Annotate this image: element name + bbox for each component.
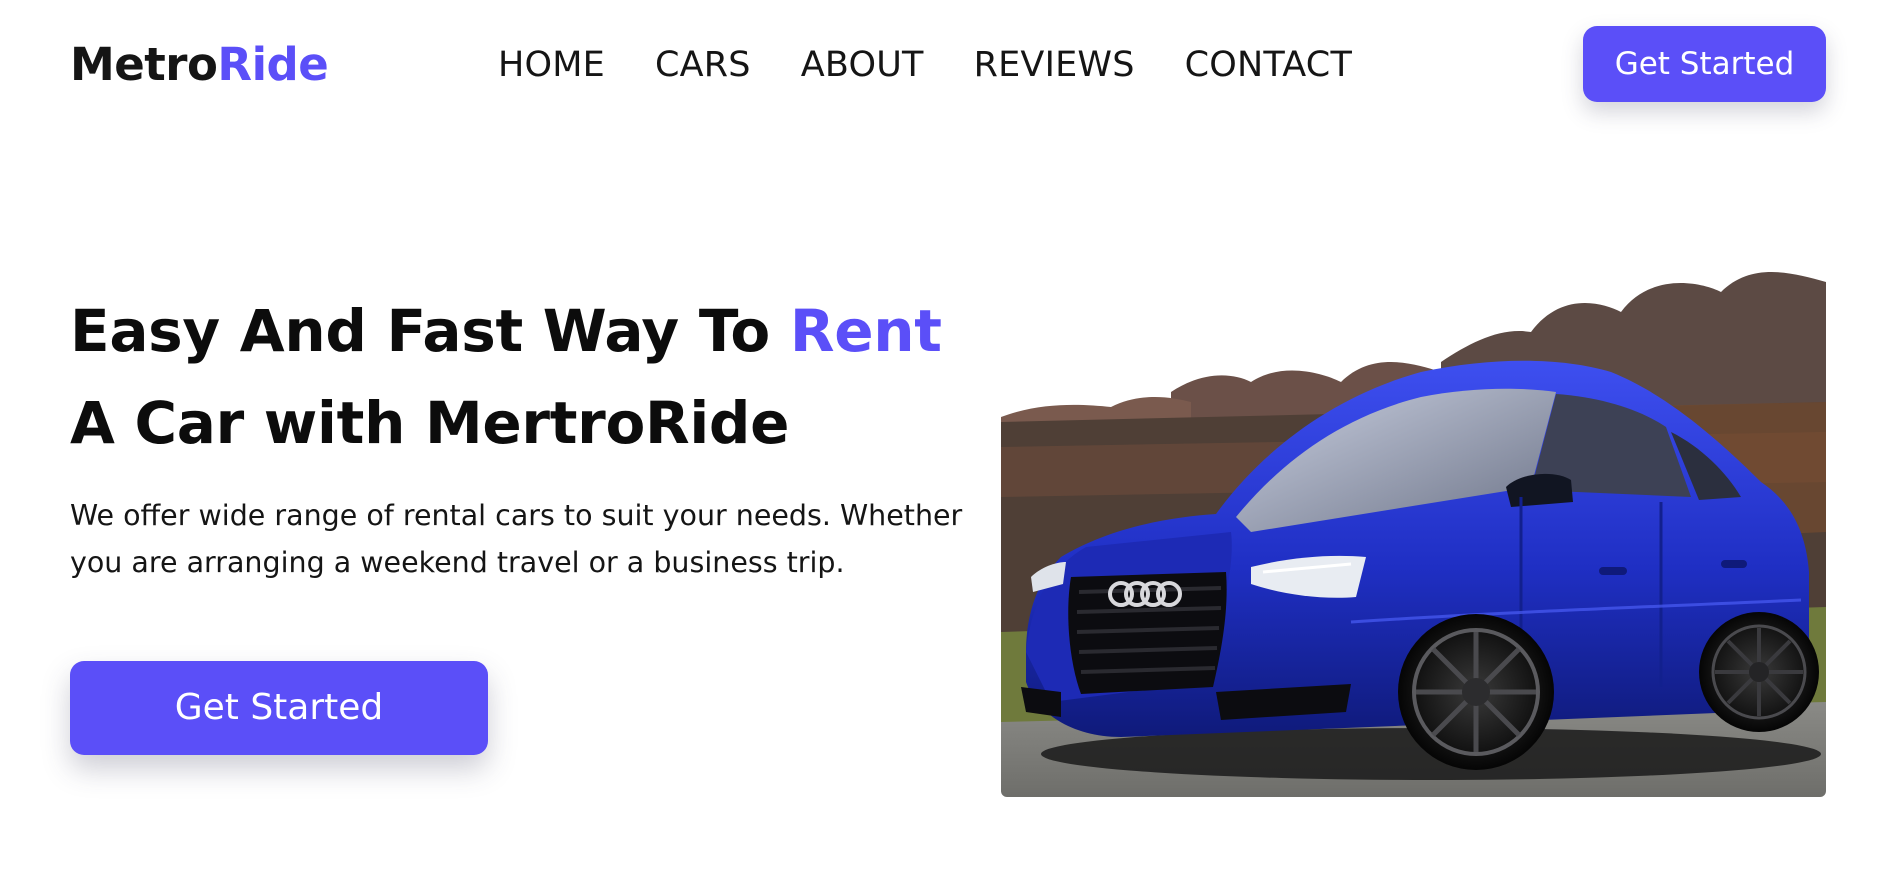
nav-item-cars[interactable]: CARS <box>655 43 751 87</box>
nav-item-contact[interactable]: CONTACT <box>1185 43 1352 87</box>
main-nav: HOME CARS ABOUT REVIEWS CONTACT <box>498 43 1352 87</box>
hero-title-start: Easy And Fast Way To <box>70 297 790 365</box>
header-get-started-button[interactable]: Get Started <box>1583 26 1826 102</box>
hero-car-image <box>1001 232 1826 797</box>
hero-get-started-button[interactable]: Get Started <box>70 661 488 755</box>
hero-title-accent: Rent <box>789 297 942 365</box>
hero-description: We offer wide range of rental cars to su… <box>70 499 963 579</box>
brand-logo[interactable]: MetroRide <box>70 38 329 92</box>
nav-item-home[interactable]: HOME <box>498 43 605 87</box>
hero-title: Easy And Fast Way To Rent A Car with Mer… <box>70 285 990 469</box>
nav-item-about[interactable]: ABOUT <box>801 43 924 87</box>
landing-page: MetroRide HOME CARS ABOUT REVIEWS CONTAC… <box>0 0 1889 892</box>
car-photo-illustration <box>1001 232 1826 797</box>
hero-title-end: A Car with MertroRide <box>70 389 790 457</box>
nav-item-reviews[interactable]: REVIEWS <box>974 43 1135 87</box>
brand-logo-ride: Ride <box>217 38 329 91</box>
brand-logo-metro: Metro <box>70 38 218 91</box>
